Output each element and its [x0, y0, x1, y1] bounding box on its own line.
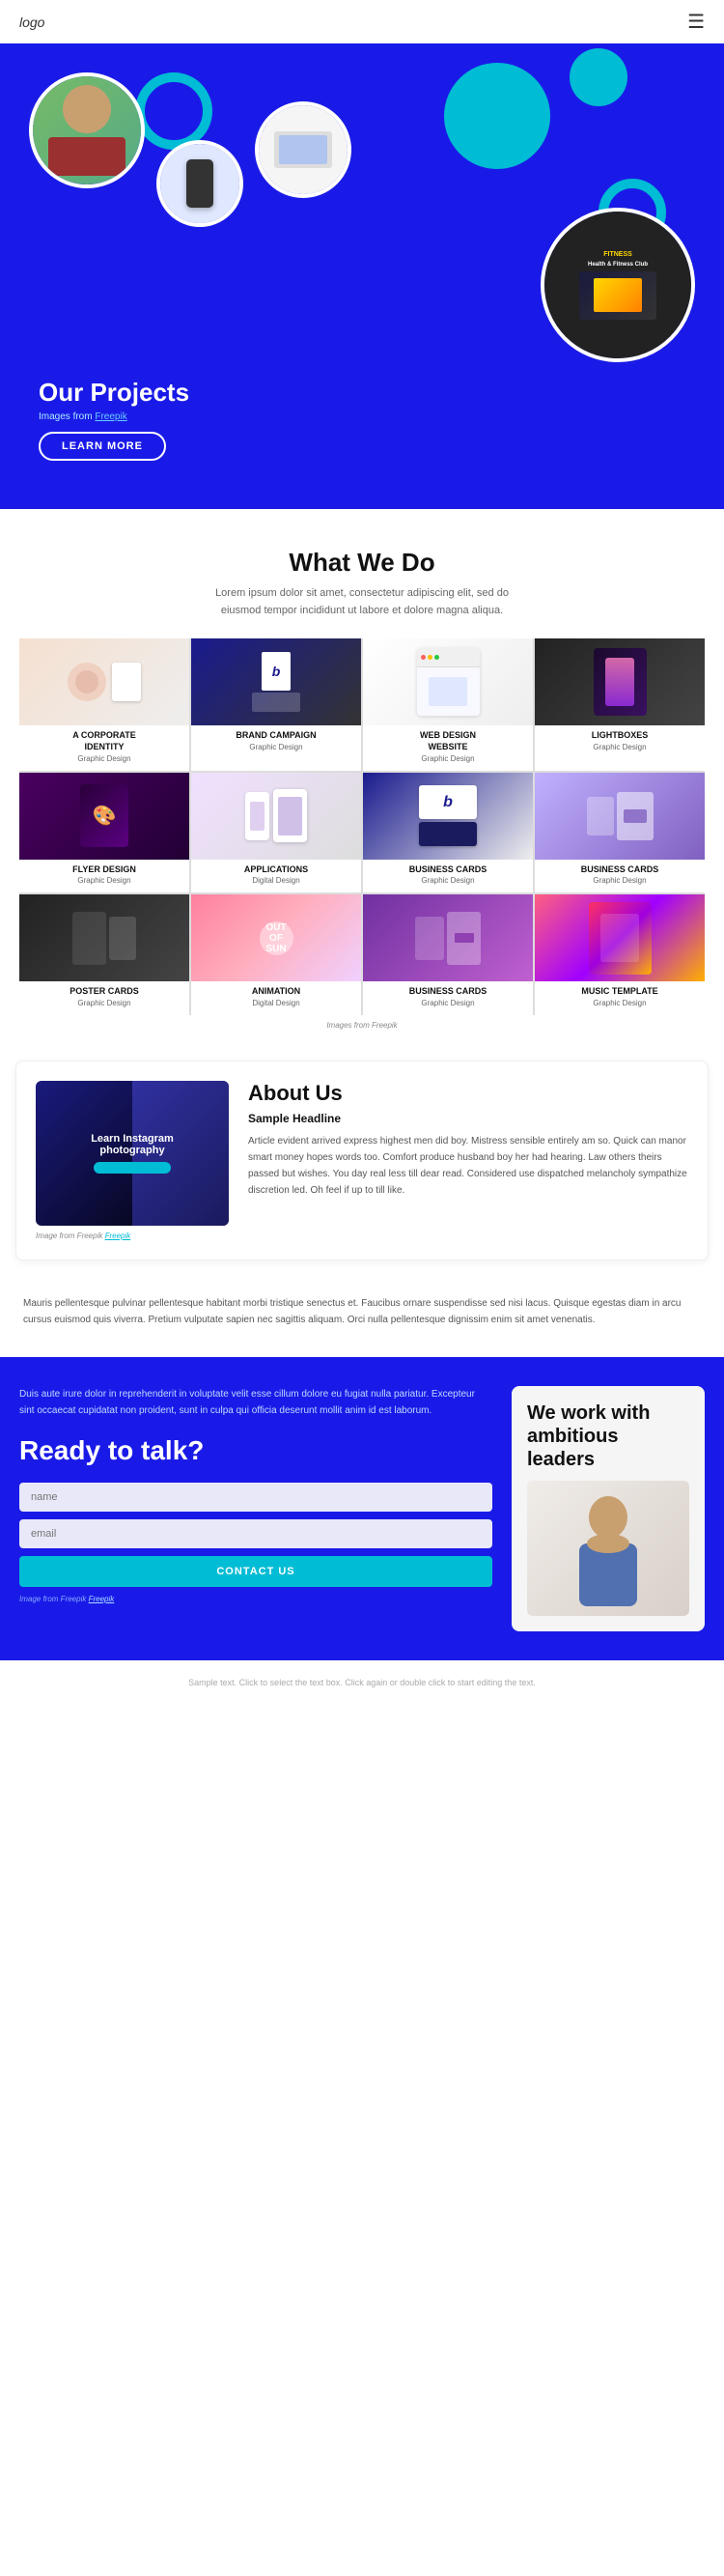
what-section-desc: Lorem ipsum dolor sit amet, consectetur … [198, 585, 526, 619]
ready-left: Duis aute irure dolor in reprehenderit i… [19, 1386, 492, 1631]
about-headline: Sample Headline [248, 1112, 688, 1125]
grid-label-7: BUSINESS CARDS [405, 860, 491, 877]
grid-label-9: POSTER CARDS [66, 981, 143, 999]
contact-us-button[interactable]: CONTACT US [19, 1556, 492, 1587]
grid-label-12: MUSIC TEMPLATE [577, 981, 661, 999]
grid-item-web[interactable]: WEB DESIGNWEBSITE Graphic Design [363, 638, 533, 770]
ambitious-title: We work with ambitious leaders [527, 1401, 689, 1471]
footer-text: Sample text. Click to select the text bo… [15, 1676, 709, 1690]
footer: Sample text. Click to select the text bo… [0, 1660, 724, 1706]
hero-freepik-link[interactable]: Freepik [95, 411, 126, 422]
about-title: About Us [248, 1081, 688, 1106]
grid-item-animation[interactable]: OUTOF SUN ANIMATION Digital Design [191, 894, 361, 1015]
grid-item-poster[interactable]: POSTER CARDS Graphic Design [19, 894, 189, 1015]
grid-sublabel-9: Graphic Design [77, 999, 130, 1015]
person-image [527, 1481, 689, 1616]
about-image: Learn Instagramphotography Image from Fr… [36, 1081, 229, 1240]
hero-section: FITNESS Health & Fitness Club Our Projec… [0, 43, 724, 509]
grid-label-4: LIGHTBOXES [588, 725, 653, 743]
grid-sublabel-11: Graphic Design [421, 999, 474, 1015]
ambitious-box: We work with ambitious leaders [512, 1386, 705, 1631]
about-text: Article evident arrived express highest … [248, 1133, 688, 1199]
about-card: Learn Instagramphotography Image from Fr… [15, 1061, 709, 1260]
email-input[interactable] [19, 1519, 492, 1548]
grid-label-2: BRAND CAMPAIGN [232, 725, 320, 743]
grid-sublabel-2: Graphic Design [249, 743, 302, 759]
grid-sublabel-4: Graphic Design [593, 743, 646, 759]
quote-text: Mauris pellentesque pulvinar pellentesqu… [23, 1295, 701, 1328]
grid-item-lightbox[interactable]: LIGHTBOXES Graphic Design [535, 638, 705, 770]
grid-label-5: FLYER DESIGN [69, 860, 140, 877]
grid-label-1: A CORPORATEIDENTITY [69, 725, 140, 753]
grid-label-10: ANIMATION [248, 981, 304, 999]
grid-item-brand[interactable]: b BRAND CAMPAIGN Graphic Design [191, 638, 361, 770]
grid-sublabel-7: Graphic Design [421, 876, 474, 892]
grid-sublabel-3: Graphic Design [421, 754, 474, 771]
hero-circle-person [29, 72, 145, 188]
hero-circle-phone [156, 140, 243, 227]
grid-label-3: WEB DESIGNWEBSITE [416, 725, 480, 753]
ready-title: Ready to talk? [19, 1434, 492, 1467]
grid-item-corporate[interactable]: A CORPORATEIDENTITY Graphic Design [19, 638, 189, 770]
grid-item-flyer[interactable]: 🎨 FLYER DESIGN Graphic Design [19, 773, 189, 893]
quote-section: Mauris pellentesque pulvinar pellentesqu… [0, 1276, 724, 1347]
grid-item-bizcard3[interactable]: BUSINESS CARDS Graphic Design [363, 894, 533, 1015]
about-content: About Us Sample Headline Article evident… [248, 1081, 688, 1199]
ready-freepik-link[interactable]: Freepik [89, 1595, 115, 1603]
grid-item-music[interactable]: MUSIC TEMPLATE Graphic Design [535, 894, 705, 1015]
grid-label-8: BUSINESS CARDS [577, 860, 663, 877]
hero-content: Our Projects Images from Freepik LEARN M… [19, 362, 705, 490]
header: logo ☰ [0, 0, 724, 43]
ready-section: Duis aute irure dolor in reprehenderit i… [0, 1357, 724, 1660]
ready-desc: Duis aute irure dolor in reprehenderit i… [19, 1386, 492, 1419]
grid-item-bizcard1[interactable]: b BUSINESS CARDS Graphic Design [363, 773, 533, 893]
grid-label-11: BUSINESS CARDS [405, 981, 491, 999]
hero-circle-gym: FITNESS Health & Fitness Club [541, 208, 695, 362]
hero-subtitle: Images from Freepik [39, 411, 685, 422]
about-freepik-link[interactable]: Freepik [105, 1231, 131, 1240]
ready-img-caption: Image from Freepik Freepik [19, 1595, 492, 1603]
grid-sublabel-1: Graphic Design [77, 754, 130, 771]
menu-icon[interactable]: ☰ [687, 10, 705, 34]
grid-item-apps[interactable]: APPLICATIONS Digital Design [191, 773, 361, 893]
hero-circle-laptop [255, 101, 351, 198]
logo: logo [19, 14, 44, 30]
grid-sublabel-10: Digital Design [252, 999, 299, 1015]
what-we-do-section: What We Do Lorem ipsum dolor sit amet, c… [0, 509, 724, 1051]
learn-more-button[interactable]: LEARN MORE [39, 432, 166, 461]
about-img-caption: Image from Freepik Freepik [36, 1231, 229, 1240]
grid-sublabel-12: Graphic Design [593, 999, 646, 1015]
grid-item-bizcard2[interactable]: BUSINESS CARDS Graphic Design [535, 773, 705, 893]
portfolio-grid: A CORPORATEIDENTITY Graphic Design b BRA… [19, 638, 705, 1015]
what-section-title: What We Do [19, 548, 705, 578]
name-input[interactable] [19, 1483, 492, 1512]
ready-right: We work with ambitious leaders [512, 1386, 705, 1631]
hero-title: Our Projects [39, 378, 685, 408]
grid-sublabel-5: Graphic Design [77, 876, 130, 892]
grid-label-6: APPLICATIONS [240, 860, 312, 877]
about-section-wrapper: Learn Instagramphotography Image from Fr… [0, 1051, 724, 1270]
grid-caption: Images from Freepik [19, 1021, 705, 1030]
grid-sublabel-8: Graphic Design [593, 876, 646, 892]
grid-sublabel-6: Digital Design [252, 876, 299, 892]
